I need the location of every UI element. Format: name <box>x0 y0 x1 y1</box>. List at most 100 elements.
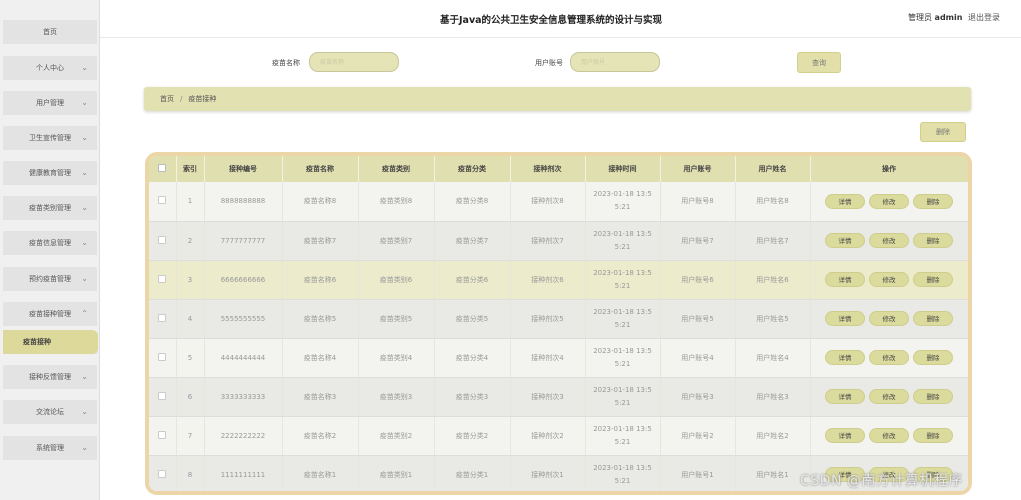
row-checkbox[interactable] <box>158 352 167 361</box>
cell-username: 用户姓名2 <box>735 416 811 456</box>
sidebar-item-label: 首页 <box>43 28 57 36</box>
user-info: 管理员 admin <box>908 12 962 23</box>
cell-dose: 接种剂次1 <box>510 455 586 491</box>
sidebar-item-vaccine-category[interactable]: 疫苗类别管理 ⌄ <box>3 196 97 220</box>
detail-button[interactable]: 详情 <box>825 233 865 248</box>
cell-username: 用户姓名8 <box>735 182 811 222</box>
query-button[interactable]: 查询 <box>797 52 841 73</box>
detail-button[interactable]: 详情 <box>825 193 865 209</box>
delete-button[interactable]: 删除 <box>913 350 953 365</box>
cell-vaccine-classify: 疫苗分类7 <box>434 221 511 261</box>
vaccine-name-input[interactable] <box>309 52 399 72</box>
cell-actions: 详情 修改 删除 <box>810 299 968 339</box>
row-select-cell <box>149 338 177 378</box>
sidebar-item-vaccine-info[interactable]: 疫苗信息管理 ⌄ <box>3 231 97 255</box>
cell-time: 2023-01-18 13:5 5:21 <box>585 455 661 491</box>
detail-button[interactable]: 详情 <box>825 272 865 287</box>
sidebar-item-label: 用户管理 <box>36 99 64 107</box>
sidebar-item-health-edu[interactable]: 健康教育管理 ⌄ <box>3 161 97 185</box>
table-row: 2 7777777777 疫苗名称7 疫苗类别7 疫苗分类7 接种剂次7 2023-01-1… <box>149 221 968 261</box>
time-line-1: 2023-01-18 13:5 <box>593 346 652 355</box>
cell-vaccine-classify: 疫苗分类3 <box>434 377 511 417</box>
row-checkbox[interactable] <box>158 391 167 400</box>
sidebar-item-feedback[interactable]: 接种反馈管理 ⌄ <box>3 365 97 389</box>
row-checkbox[interactable] <box>158 430 167 439</box>
sidebar-item-forum[interactable]: 交流论坛 ⌄ <box>3 400 97 424</box>
select-all-checkbox[interactable] <box>158 164 167 172</box>
delete-button[interactable]: 删除 <box>913 233 953 248</box>
account-label: 用户账号 <box>535 59 563 67</box>
cell-code: 3333333333 <box>204 377 283 417</box>
row-select-cell <box>149 455 177 491</box>
chevron-down-icon: ⌄ <box>81 274 88 283</box>
row-checkbox[interactable] <box>158 274 167 283</box>
sidebar-item-profile[interactable]: 个人中心 ⌄ <box>3 56 97 80</box>
delete-button[interactable]: 删除 <box>913 272 953 287</box>
sidebar-item-health-promo[interactable]: 卫生宣传管理 ⌄ <box>3 126 97 150</box>
breadcrumb-home[interactable]: 首页 <box>160 94 174 104</box>
column-header: 疫苗分类 <box>434 156 511 182</box>
cell-index: 1 <box>176 182 205 222</box>
detail-button[interactable]: 详情 <box>825 350 865 365</box>
cell-index: 3 <box>176 260 205 300</box>
edit-button[interactable]: 修改 <box>869 193 909 209</box>
cell-vaccine-classify: 疫苗分类6 <box>434 260 511 300</box>
sidebar-item-label: 健康教育管理 <box>29 169 71 177</box>
cell-time: 2023-01-18 13:5 5:21 <box>585 221 661 261</box>
chevron-down-icon: ⌄ <box>81 443 88 452</box>
cell-vaccine-category: 疫苗类别2 <box>358 416 435 456</box>
cell-code: 4444444444 <box>204 338 283 378</box>
delete-button[interactable]: 删除 <box>913 389 953 404</box>
sidebar-item-users[interactable]: 用户管理 ⌄ <box>3 91 97 115</box>
cell-code: 2222222222 <box>204 416 283 456</box>
cell-dose: 接种剂次8 <box>510 182 586 222</box>
cell-dose: 接种剂次6 <box>510 260 586 300</box>
user-name: admin <box>934 13 963 22</box>
sidebar-item-label: 接种反馈管理 <box>29 373 71 381</box>
account-input[interactable] <box>570 52 660 72</box>
select-all-cell <box>149 156 177 182</box>
batch-delete-button[interactable]: 删除 <box>920 122 966 142</box>
time-line-2: 5:21 <box>614 203 631 212</box>
edit-button[interactable]: 修改 <box>869 272 909 287</box>
row-select-cell <box>149 182 177 222</box>
edit-button[interactable]: 修改 <box>869 350 909 365</box>
delete-button[interactable]: 删除 <box>913 311 953 326</box>
detail-button[interactable]: 详情 <box>825 428 865 443</box>
edit-button[interactable]: 修改 <box>869 311 909 326</box>
time-line-2: 5:21 <box>614 359 631 368</box>
sidebar-item-vaccine-booking[interactable]: 预约疫苗管理 ⌄ <box>3 267 97 291</box>
time-line-2: 5:21 <box>614 398 631 407</box>
detail-button[interactable]: 详情 <box>825 311 865 326</box>
cell-dose: 接种剂次7 <box>510 221 586 261</box>
cell-account: 用户账号2 <box>660 416 736 456</box>
delete-button[interactable]: 删除 <box>913 428 953 443</box>
sidebar-item-home[interactable]: 首页 <box>3 20 97 44</box>
logout-link[interactable]: 退出登录 <box>968 12 1000 23</box>
sidebar-item-vaccination-mgmt[interactable]: 疫苗接种管理 ⌃ <box>3 302 97 326</box>
cell-username: 用户姓名7 <box>735 221 811 261</box>
sidebar-item-system[interactable]: 系统管理 ⌄ <box>3 436 97 460</box>
column-header: 接种编号 <box>204 156 283 182</box>
chevron-down-icon: ⌄ <box>81 168 88 177</box>
column-header: 疫苗名称 <box>282 156 359 182</box>
edit-button[interactable]: 修改 <box>869 389 909 404</box>
row-checkbox[interactable] <box>158 313 167 322</box>
edit-button[interactable]: 修改 <box>869 428 909 443</box>
cell-account: 用户账号7 <box>660 221 736 261</box>
cell-vaccine-classify: 疫苗分类2 <box>434 416 511 456</box>
cell-vaccine-name: 疫苗名称6 <box>282 260 359 300</box>
cell-username: 用户姓名4 <box>735 338 811 378</box>
user-role: 管理员 <box>908 13 932 22</box>
sidebar-subitem-vaccination[interactable]: 疫苗接种 <box>3 330 98 354</box>
cell-vaccine-category: 疫苗类别6 <box>358 260 435 300</box>
edit-button[interactable]: 修改 <box>869 233 909 248</box>
cell-account: 用户账号5 <box>660 299 736 339</box>
delete-button[interactable]: 删除 <box>913 193 953 209</box>
table-row: 4 5555555555 疫苗名称5 疫苗类别5 疫苗分类5 接种剂次5 2023-01-1… <box>149 299 968 339</box>
row-checkbox[interactable] <box>158 235 167 244</box>
row-checkbox[interactable] <box>158 469 167 478</box>
cell-vaccine-category: 疫苗类别5 <box>358 299 435 339</box>
detail-button[interactable]: 详情 <box>825 389 865 404</box>
row-checkbox[interactable] <box>158 196 167 205</box>
